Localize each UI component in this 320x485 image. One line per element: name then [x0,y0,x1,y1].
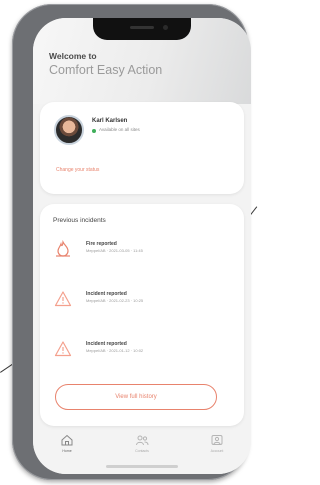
home-indicator [106,465,178,468]
welcome-text: Welcome to [49,51,97,61]
incident-item[interactable]: Incident reported Meppel/AB · 2021-01-12… [40,334,244,374]
status-text: Available on all sites [99,127,140,132]
section-title: Previous incidents [53,217,106,224]
incident-meta: Meppel/AB · 2021-01-12 · 10:02 [86,348,144,353]
fire-icon [56,240,70,257]
incident-title: Incident reported [86,291,127,297]
change-status-link[interactable]: Change your status [56,167,99,173]
warning-icon [54,291,72,307]
warning-icon [54,341,72,357]
speaker-grille [130,26,154,29]
profile-card: Karl Karlsen Available on all sites Chan… [40,102,244,194]
nav-item-contacts[interactable]: Contacts [122,434,162,464]
incident-title: Fire reported [86,241,117,247]
nav-item-home[interactable]: Home [47,434,87,464]
nav-label-contacts: Contacts [135,449,149,453]
nav-label-account: Account [210,449,224,453]
incident-item[interactable]: Incident reported Meppel/AB · 2021-02-23… [40,284,244,324]
account-icon [211,435,223,445]
front-camera [163,25,168,30]
home-icon [61,434,73,446]
phone-screen: Welcome to Comfort Easy Action Karl Karl… [33,18,251,474]
incident-meta: Meppel/AB · 2021-03-05 · 11:45 [86,248,143,253]
status-dot-icon [92,129,96,133]
previous-incidents-card: Previous incidents Fire reported Meppel/… [40,204,244,426]
nav-item-account[interactable]: Account [197,434,237,464]
nav-label-home: Home [62,449,72,453]
view-full-history-button[interactable]: View full history [55,384,217,410]
phone-notch [93,18,191,40]
incident-title: Incident reported [86,341,127,347]
phone-frame: Welcome to Comfort Easy Action Karl Karl… [12,4,251,480]
app-name: Comfort Easy Action [49,63,163,77]
incident-item[interactable]: Fire reported Meppel/AB · 2021-03-05 · 1… [40,234,244,274]
contacts-icon [136,435,149,446]
incident-meta: Meppel/AB · 2021-02-23 · 10:25 [86,298,144,303]
user-name: Karl Karlsen [92,118,128,124]
avatar [54,115,84,145]
